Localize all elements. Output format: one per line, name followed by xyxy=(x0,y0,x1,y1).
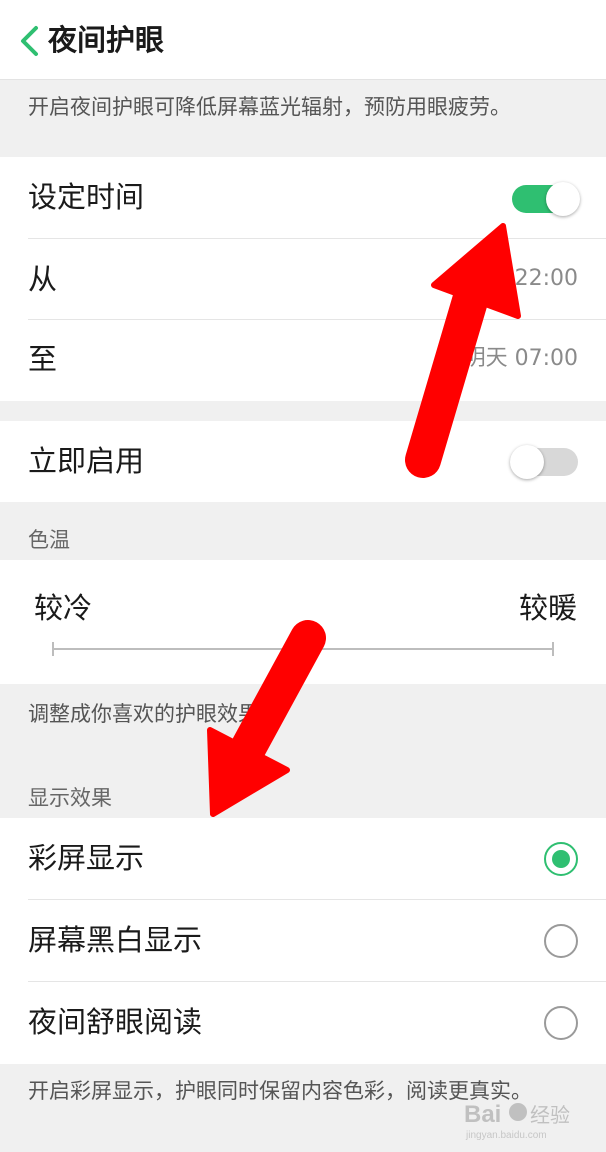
back-button[interactable] xyxy=(14,22,48,60)
intro-hint: 开启夜间护眼可降低屏幕蓝光辐射，预防用眼疲劳。 xyxy=(28,95,511,119)
set-time-label: 设定时间 xyxy=(28,180,145,214)
display-option-color[interactable]: 彩屏显示 xyxy=(0,818,606,900)
set-time-toggle[interactable] xyxy=(512,182,580,216)
svg-text:经验: 经验 xyxy=(530,1103,570,1127)
color-temp-hint: 调整成你喜欢的护眼效果。 xyxy=(28,702,280,726)
option-label: 夜间舒眼阅读 xyxy=(28,1005,203,1039)
header-bar: 夜间护眼 xyxy=(0,0,606,80)
from-time-value: 22:00 xyxy=(514,266,578,291)
svg-text:jingyan.baidu.com: jingyan.baidu.com xyxy=(465,1130,547,1141)
enable-now-label: 立即启用 xyxy=(28,444,145,478)
display-option-night-reading[interactable]: 夜间舒眼阅读 xyxy=(0,982,606,1064)
option-label: 屏幕黑白显示 xyxy=(28,923,203,957)
radio-unchecked-icon[interactable] xyxy=(544,924,578,958)
color-temp-section-label: 色温 xyxy=(28,528,70,552)
enable-now-toggle[interactable] xyxy=(510,445,578,479)
slider-end-tick xyxy=(552,642,554,656)
chevron-left-icon xyxy=(21,26,38,56)
toggle-knob xyxy=(510,445,544,479)
warm-label: 较暖 xyxy=(519,591,578,625)
radio-unchecked-icon[interactable] xyxy=(544,1006,578,1040)
color-temp-card: 较冷 较暖 xyxy=(0,560,606,684)
display-effect-card: 彩屏显示 屏幕黑白显示 夜间舒眼阅读 xyxy=(0,818,606,1064)
page-title: 夜间护眼 xyxy=(48,23,165,57)
toggle-knob xyxy=(546,182,580,216)
enable-now-row[interactable]: 立即启用 xyxy=(0,421,606,503)
slider-start-tick xyxy=(52,642,54,656)
schedule-card: 设定时间 从 22:00 至 明天 07:00 xyxy=(0,157,606,401)
slider-middle-tick xyxy=(302,642,304,656)
radio-checked-icon[interactable] xyxy=(544,842,578,876)
to-time-value: 明天 07:00 xyxy=(463,346,578,371)
cool-label: 较冷 xyxy=(34,591,93,625)
display-effect-section-label: 显示效果 xyxy=(28,786,112,810)
option-label: 彩屏显示 xyxy=(28,841,145,875)
set-time-row[interactable]: 设定时间 xyxy=(0,157,606,239)
enable-now-card: 立即启用 xyxy=(0,421,606,502)
from-time-row[interactable]: 从 22:00 xyxy=(0,239,606,321)
display-option-grayscale[interactable]: 屏幕黑白显示 xyxy=(0,900,606,982)
baidu-watermark: Bai 经验 jingyan.baidu.com xyxy=(460,1094,600,1142)
to-label: 至 xyxy=(28,342,58,376)
to-time-row[interactable]: 至 明天 07:00 xyxy=(0,319,606,401)
from-label: 从 xyxy=(28,262,58,296)
color-temp-slider[interactable] xyxy=(52,642,554,656)
svg-text:Bai: Bai xyxy=(464,1101,501,1128)
